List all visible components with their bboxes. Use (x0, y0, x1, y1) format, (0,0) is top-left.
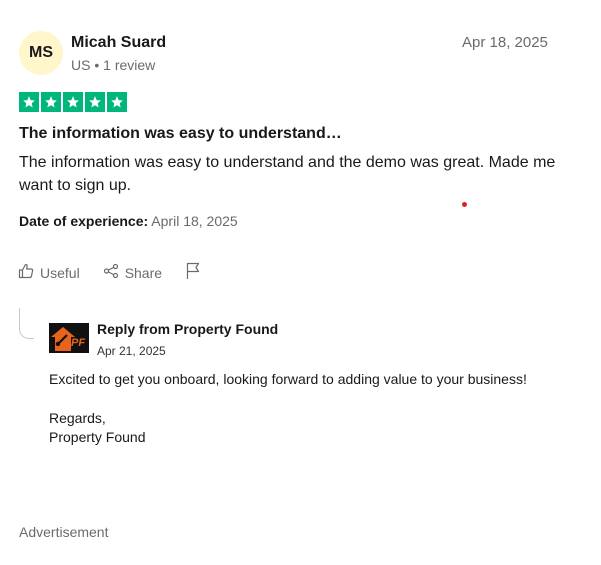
star-icon (41, 92, 61, 112)
review-count: 1 review (103, 57, 156, 73)
star-rating (19, 92, 127, 112)
review-actions: Useful Share (18, 262, 201, 283)
star-icon (63, 92, 83, 112)
review-title[interactable]: The information was easy to understand… (19, 125, 342, 143)
useful-button[interactable]: Useful (18, 263, 80, 282)
review-date: Apr 18, 2025 (462, 34, 548, 51)
avatar[interactable]: MS (19, 31, 63, 75)
star-icon (107, 92, 127, 112)
flag-icon (185, 262, 201, 283)
share-label: Share (124, 264, 163, 281)
reply-thread-line (19, 308, 34, 339)
star-icon (85, 92, 105, 112)
status-dot (462, 202, 467, 207)
thumbs-up-icon (18, 263, 34, 282)
share-icon (103, 263, 119, 282)
company-logo-text: PF (71, 337, 86, 349)
reply-date: Apr 21, 2025 (97, 344, 166, 358)
reply-heading: Reply from Property Found (97, 321, 279, 337)
reply-message: Excited to get you onboard, looking forw… (49, 371, 527, 387)
meta-separator: • (94, 57, 104, 73)
reply-signoff-regards: Regards, (49, 410, 106, 426)
useful-label: Useful (40, 264, 80, 281)
star-icon (19, 92, 39, 112)
experience-date: April 18, 2025 (151, 213, 238, 229)
experience-label: Date of experience: (19, 213, 149, 229)
advertisement-label: Advertisement (19, 524, 109, 540)
company-logo: PF (49, 323, 89, 353)
review-body: The information was easy to understand a… (19, 154, 556, 194)
report-button[interactable] (185, 262, 201, 283)
reviewer-name[interactable]: Micah Suard (71, 34, 166, 52)
reply-signoff: Regards, Property Found (49, 409, 146, 447)
reply-signoff-company: Property Found (49, 429, 146, 445)
date-of-experience: Date of experience: April 18, 2025 (19, 213, 238, 229)
reviewer-meta: US • 1 review (71, 57, 155, 73)
reviewer-country: US (71, 57, 91, 73)
share-button[interactable]: Share (103, 263, 162, 282)
